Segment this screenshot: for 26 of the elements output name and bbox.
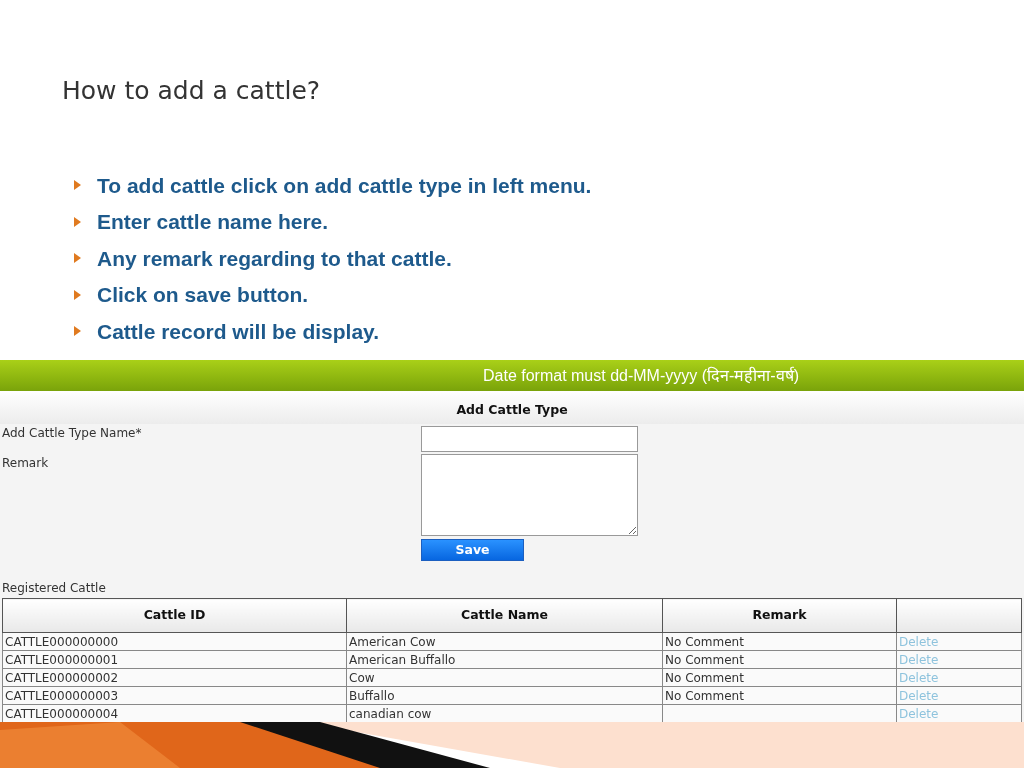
- bullet-text: Enter cattle name here.: [97, 209, 329, 235]
- bullet-icon: [74, 326, 81, 337]
- bullet-icon: [74, 216, 81, 227]
- bullet-text: To add cattle click on add cattle type in left menu.: [97, 172, 592, 199]
- form-title: Add Cattle Type: [0, 391, 1024, 424]
- slide-title: How to add a cattle?: [61, 75, 322, 107]
- column-header: Cattle Name: [346, 598, 663, 633]
- bullet-text: Click on save button.: [97, 282, 309, 308]
- input-field[interactable]: [421, 426, 638, 452]
- column-header: Remark: [662, 598, 897, 633]
- table-cell: No Comment: [665, 670, 744, 685]
- field-label: Remark: [1, 455, 50, 472]
- table-cell: No Comment: [665, 652, 744, 667]
- table-cell: No Comment: [665, 688, 744, 703]
- save-button[interactable]: Save: [421, 539, 524, 561]
- banner: Date format must dd-MM-yyyy (दिन-महीना-वर्ष): [0, 360, 1024, 391]
- table-caption: Registered Cattle: [1, 580, 107, 597]
- bullet-text: Any remark regarding to that cattle.: [97, 245, 452, 272]
- bullet-icon: [74, 289, 81, 300]
- remark-field[interactable]: [421, 454, 638, 536]
- bullet-icon: [74, 253, 81, 264]
- field-label: Add Cattle Type Name*: [1, 425, 143, 442]
- bullet-icon: [74, 180, 81, 191]
- table-cell: No Comment: [665, 634, 744, 649]
- bullet-text: Cattle record will be display.: [97, 318, 380, 345]
- column-header: Cattle ID: [2, 598, 347, 633]
